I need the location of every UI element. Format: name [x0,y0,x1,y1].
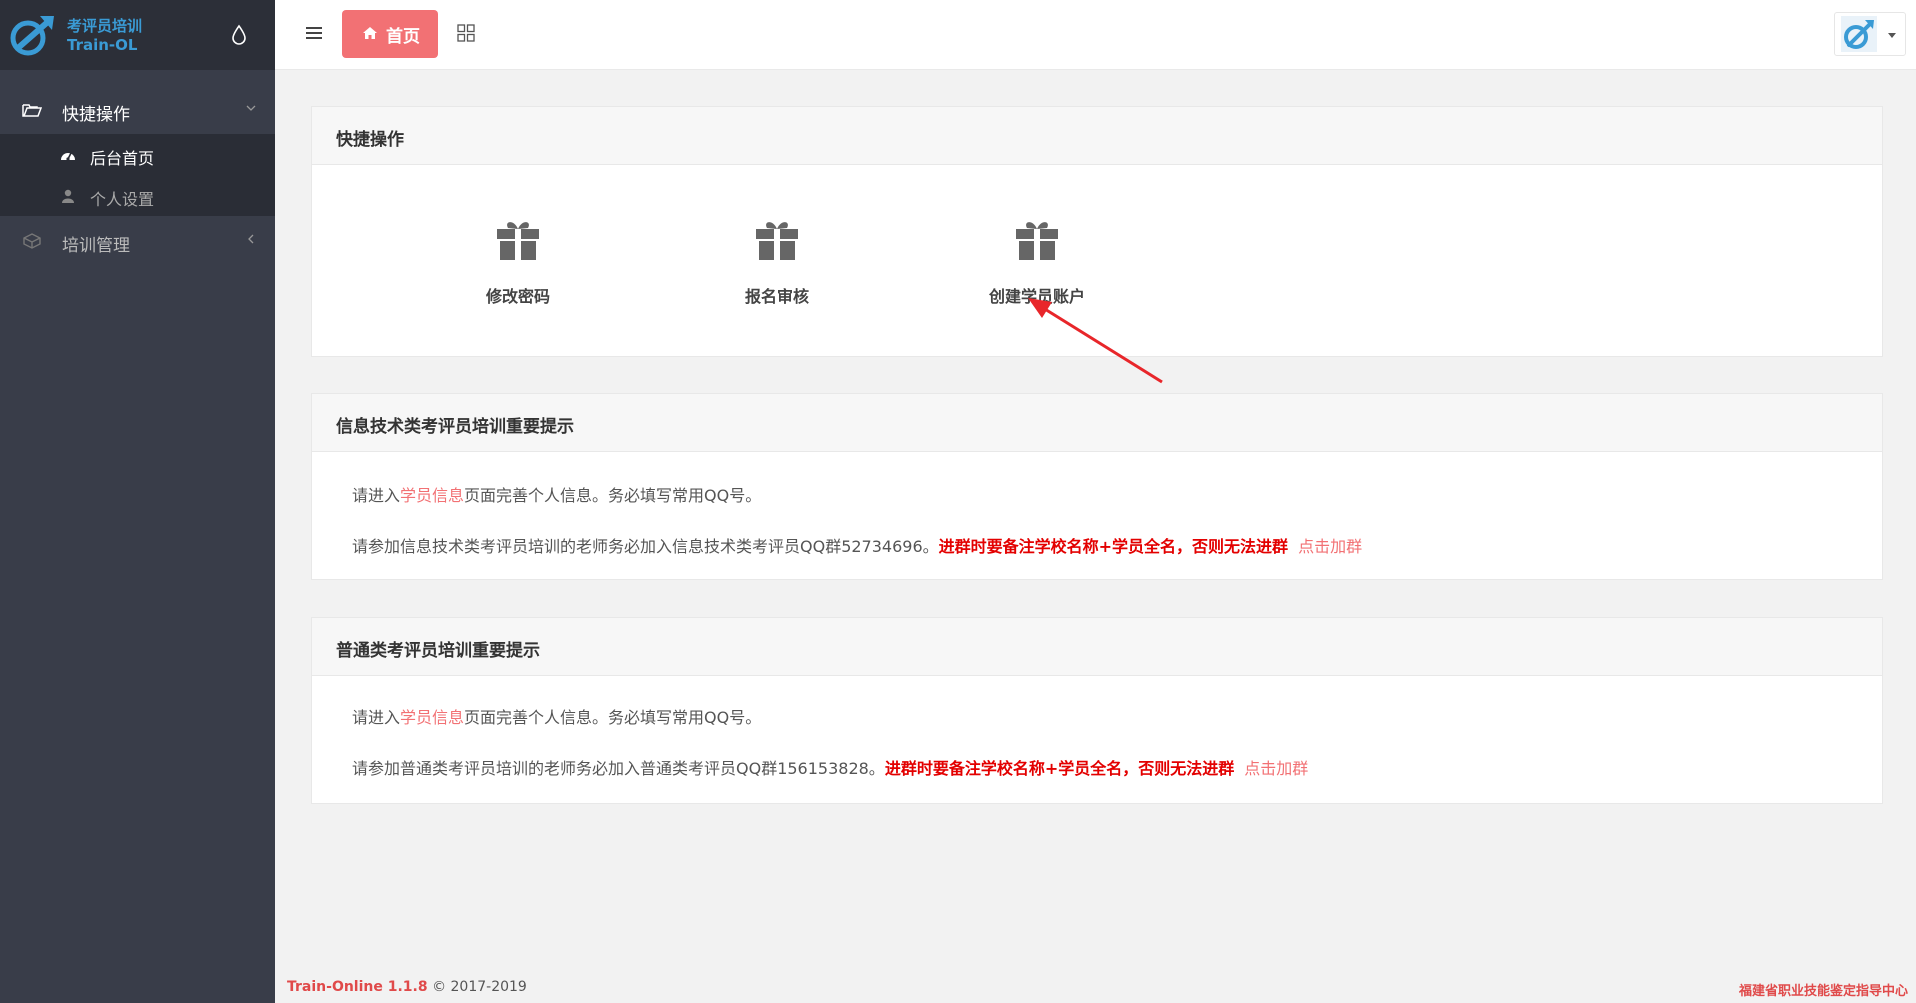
sidebar-item-training-management[interactable]: 培训管理 [0,221,275,261]
footer: Train-Online 1.1.8 © 2017-2019 福建省职业技能鉴定… [275,970,1916,1003]
sidebar-item-label: 快捷操作 [62,105,130,125]
join-group-link[interactable]: 点击加群 [1298,537,1362,556]
user-icon [62,189,74,203]
sidebar-item-label: 培训管理 [62,236,130,256]
notice-text: 请参加信息技术类考评员培训的老师务必加入信息技术类考评员QQ群52734696。 [352,537,939,556]
sidebar-item-dashboard[interactable]: 后台首页 [0,135,275,175]
chevron-down-icon [246,105,256,111]
footer-organization: 福建省职业技能鉴定指导中心 [1738,984,1908,999]
gift-icon [497,222,539,260]
gift-icon [1016,222,1058,260]
notice-line: 请进入学员信息页面完善个人信息。务必填写常用QQ号。 [352,482,761,506]
logo-bar: 考评员培训 Train-OL [0,0,275,70]
notice-text: 页面完善个人信息。务必填写常用QQ号。 [464,708,762,727]
sidebar-item-label: 个人设置 [90,190,155,209]
droplet-icon[interactable] [228,24,250,46]
panel-title: 信息技术类考评员培训重要提示 [312,394,1882,452]
user-menu[interactable] [1834,12,1906,56]
notice-text: 请参加普通类考评员培训的老师务必加入普通类考评员QQ群156153828。 [352,759,885,778]
sidebar-item-quick-actions[interactable]: 快捷操作 [0,90,275,130]
quick-action-label: 报名审核 [744,287,809,306]
home-icon [363,27,377,39]
sidebar: 考评员培训 Train-OL 快捷操作 后台首页 个人设置 培训管理 [0,0,275,1003]
logo-title: 考评员培训 [67,17,143,35]
menu-toggle-icon[interactable] [305,24,323,42]
panel-title: 普通类考评员培训重要提示 [312,618,1882,676]
student-info-link[interactable]: 学员信息 [400,708,464,727]
gift-icon [756,222,798,260]
grid-icon[interactable] [457,24,475,42]
notice-line: 请参加信息技术类考评员培训的老师务必加入信息技术类考评员QQ群52734696。… [352,533,1362,557]
sidebar-submenu: 后台首页 个人设置 [0,134,275,216]
student-info-link[interactable]: 学员信息 [400,486,464,505]
join-group-link[interactable]: 点击加群 [1244,759,1308,778]
folder-open-icon [22,104,42,117]
quick-action-label: 修改密码 [485,287,550,306]
tab-home[interactable]: 首页 [342,10,438,58]
warning-text: 进群时要备注学校名称+学员全名，否则无法进群 [884,759,1235,778]
notice-line: 请进入学员信息页面完善个人信息。务必填写常用QQ号。 [352,704,761,728]
logo-subtitle: Train-OL [67,36,138,54]
warning-text: 进群时要备注学校名称+学员全名，否则无法进群 [938,537,1289,556]
notice-text: 页面完善个人信息。务必填写常用QQ号。 [464,486,762,505]
general-notice-panel: 普通类考评员培训重要提示 请进入学员信息页面完善个人信息。务必填写常用QQ号。 … [311,617,1883,804]
logo-icon [10,16,54,56]
caret-down-icon [1888,33,1896,38]
panel-title: 快捷操作 [312,107,1882,165]
sidebar-item-label: 后台首页 [90,149,155,168]
cube-icon [23,233,41,249]
dashboard-icon [61,152,75,161]
chevron-left-icon [248,234,254,244]
footer-copyright: Train-Online 1.1.8 © 2017-2019 [287,979,527,995]
top-header: 首页 [275,0,1916,70]
notice-text: 请进入 [352,486,401,505]
avatar [1841,16,1877,52]
it-notice-panel: 信息技术类考评员培训重要提示 请进入学员信息页面完善个人信息。务必填写常用QQ号… [311,393,1883,580]
notice-text: 请进入 [352,708,401,727]
change-password-button[interactable]: 修改密码 [448,219,588,329]
notice-line: 请参加普通类考评员培训的老师务必加入普通类考评员QQ群156153828。进群时… [352,755,1308,779]
tab-label: 首页 [386,27,420,47]
version-text: Train-Online 1.1.8 [287,979,428,995]
copyright-text: © 2017-2019 [432,979,527,995]
annotation-arrow [1028,298,1163,384]
sidebar-item-personal-settings[interactable]: 个人设置 [0,176,275,216]
enrollment-review-button[interactable]: 报名审核 [707,219,847,329]
